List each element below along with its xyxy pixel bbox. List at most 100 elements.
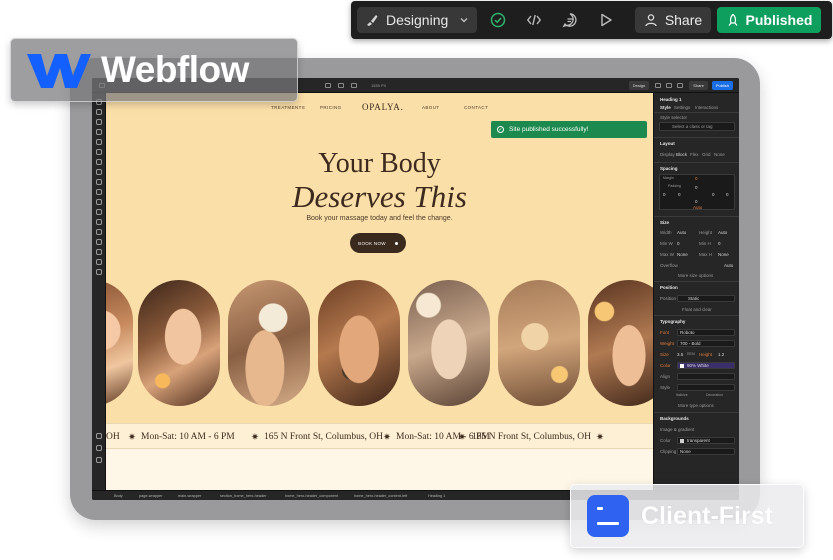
cms-icon[interactable]: [96, 169, 102, 175]
ticker-text: 165 N Front St, Columbus, OH: [264, 432, 384, 442]
display-block[interactable]: Block: [676, 152, 687, 157]
nav-treatments[interactable]: TREATMENTS: [271, 105, 305, 110]
preview-button[interactable]: [591, 7, 621, 33]
design-mode-button[interactable]: Design: [628, 80, 650, 90]
float-clear-link[interactable]: Float and clear: [682, 307, 712, 312]
tablet-breakpoint-icon[interactable]: [338, 82, 344, 88]
logic-icon[interactable]: [96, 199, 102, 205]
padding-top-value[interactable]: 0: [695, 185, 698, 190]
apps-icon[interactable]: [96, 209, 102, 215]
publish-mini-button[interactable]: Publish: [711, 80, 733, 90]
align-controls[interactable]: [677, 373, 735, 380]
padding-bottom-value[interactable]: 0: [695, 199, 698, 204]
tab-settings[interactable]: Settings: [674, 105, 690, 110]
more-type-options[interactable]: More type options: [678, 403, 714, 408]
padding-left-value[interactable]: 0: [678, 192, 681, 197]
height-value[interactable]: Auto: [718, 230, 727, 235]
code-button[interactable]: [519, 7, 549, 33]
text-color-field[interactable]: 90% White: [677, 362, 735, 369]
variables-icon[interactable]: [96, 139, 102, 145]
styles-icon[interactable]: [96, 149, 102, 155]
padding-right-value[interactable]: 0: [712, 192, 715, 197]
crumb-hero-content[interactable]: home_hero-header_content-left: [354, 494, 407, 498]
spacing-box[interactable]: Margin 0 Padding 0 0 0 0 0 0 Auto: [659, 174, 735, 210]
site-logo[interactable]: OPALYA.: [362, 102, 404, 112]
mobile-breakpoint-icon[interactable]: [351, 82, 357, 88]
settings-icon[interactable]: [96, 219, 102, 225]
panel-heading: Heading 1: [660, 97, 682, 102]
position-select[interactable]: Static: [677, 295, 735, 302]
weight-select[interactable]: 700 - Bold: [677, 340, 735, 347]
headline-line-1[interactable]: Your Body: [106, 148, 653, 180]
nav-about[interactable]: ABOUT: [422, 105, 440, 110]
fonts-icon[interactable]: [96, 269, 102, 275]
audit-icon[interactable]: [96, 249, 102, 255]
width-value[interactable]: Auto: [677, 230, 686, 235]
localization-icon[interactable]: [96, 229, 102, 235]
crumb-main-wrapper[interactable]: main-wrapper: [178, 494, 201, 498]
margin-top-value[interactable]: 0: [695, 176, 698, 181]
video-icon[interactable]: [96, 445, 102, 451]
assets-icon[interactable]: [96, 159, 102, 165]
components-icon[interactable]: [96, 129, 102, 135]
clipping-select[interactable]: None: [677, 448, 735, 455]
check-icon[interactable]: [655, 82, 662, 88]
min-h-value[interactable]: 0: [718, 241, 721, 246]
help-icon[interactable]: [96, 433, 102, 439]
keyboard-icon[interactable]: [96, 457, 102, 463]
font-select[interactable]: Roboto: [677, 329, 735, 336]
margin-right-value[interactable]: 0: [726, 192, 729, 197]
overflow-auto[interactable]: Auto: [724, 263, 733, 268]
book-now-label: BOOK NOW: [358, 240, 386, 246]
tab-interactions[interactable]: Interactions: [695, 105, 718, 110]
crumb-hero-section[interactable]: section_home_hero-header: [220, 494, 266, 498]
style-controls[interactable]: [677, 384, 735, 391]
divider: [654, 112, 739, 113]
nav-contact[interactable]: CONTACT: [464, 105, 488, 110]
share-mini-button[interactable]: Share: [689, 80, 708, 90]
grid-icon[interactable]: [96, 259, 102, 265]
code-mini-icon[interactable]: [666, 82, 673, 88]
client-first-logo-icon: [587, 495, 629, 537]
line-height-value[interactable]: 1.2: [718, 352, 724, 357]
min-w-value[interactable]: 0: [677, 241, 680, 246]
margin-bottom-value[interactable]: Auto: [693, 205, 702, 210]
ecommerce-icon[interactable]: [96, 179, 102, 185]
crumb-heading[interactable]: Heading 1: [428, 494, 445, 498]
seo-icon[interactable]: [96, 239, 102, 245]
display-grid[interactable]: Grid: [702, 152, 711, 157]
font-size-unit[interactable]: REM: [687, 352, 695, 356]
margin-left-value[interactable]: 0: [663, 192, 666, 197]
hero-subtitle[interactable]: Book your massage today and feel the cha…: [106, 215, 653, 222]
navigator-icon[interactable]: [96, 119, 102, 125]
massage-photo: [588, 280, 653, 406]
display-none[interactable]: None: [714, 152, 725, 157]
selector-input[interactable]: Select a class or tag: [659, 122, 735, 131]
users-icon[interactable]: [96, 189, 102, 195]
nav-pricing[interactable]: PRICING: [320, 105, 342, 110]
site-canvas[interactable]: TREATMENTS PRICING OPALYA. ABOUT CONTACT…: [106, 93, 653, 490]
comment-mini-icon[interactable]: [677, 82, 684, 88]
crumb-hero-component[interactable]: home_hero-header_component: [285, 494, 338, 498]
ticker-star-icon: ✷: [251, 433, 259, 443]
check-circle-button[interactable]: [483, 7, 513, 33]
max-w-value[interactable]: None: [677, 252, 688, 257]
crumb-body[interactable]: Body: [114, 494, 123, 498]
mode-dropdown[interactable]: Designing: [357, 7, 477, 33]
font-size-value[interactable]: 3.5: [677, 352, 683, 357]
comments-button[interactable]: [555, 7, 585, 33]
share-button[interactable]: Share: [635, 7, 711, 33]
bg-color-field[interactable]: transparent: [677, 437, 735, 444]
book-now-button[interactable]: BOOK NOW: [350, 233, 406, 253]
tab-style[interactable]: Style: [660, 105, 671, 110]
more-size-options[interactable]: More size options: [678, 273, 713, 278]
publish-button[interactable]: Published: [717, 7, 821, 33]
crumb-page-wrapper[interactable]: page-wrapper: [139, 494, 162, 498]
display-flex[interactable]: Flex: [690, 152, 699, 157]
selector-placeholder: Select a class or tag: [672, 124, 713, 129]
position-value: Static: [688, 296, 700, 301]
pages-icon[interactable]: [96, 109, 102, 115]
desktop-breakpoint-icon[interactable]: [325, 82, 331, 88]
headline-line-2[interactable]: Deserves This: [106, 179, 653, 215]
max-h-value[interactable]: None: [718, 252, 729, 257]
